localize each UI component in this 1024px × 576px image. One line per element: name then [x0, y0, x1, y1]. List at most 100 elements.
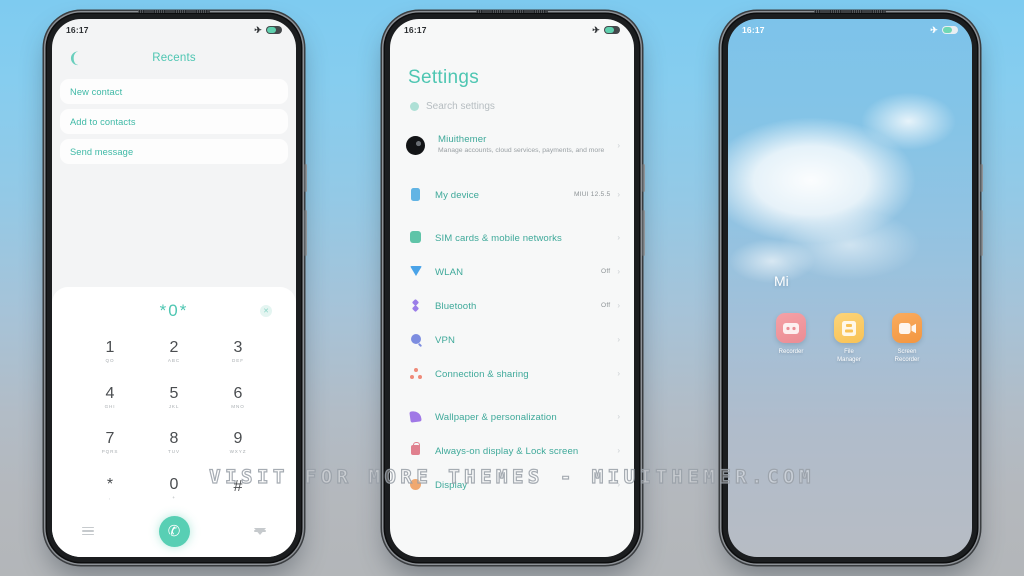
page-title: Settings — [408, 67, 480, 88]
key-5[interactable]: 5 JKL — [142, 375, 206, 421]
key-0[interactable]: 0 + — [142, 466, 206, 512]
option-new-contact[interactable]: New contact — [60, 79, 288, 104]
row-label: Connection & sharing — [435, 369, 529, 380]
status-bar: 16:17 ✈ — [728, 19, 972, 41]
key-1[interactable]: 1 QO — [78, 329, 142, 375]
option-label: Add to contacts — [70, 116, 136, 127]
settings-screen: 16:17 ✈ Settings Search settings Miuithe… — [390, 19, 634, 557]
back-chevron-icon[interactable]: ❨ — [68, 51, 81, 66]
volume-button[interactable] — [642, 164, 645, 192]
app-label: Recorder — [778, 349, 804, 355]
sim-card-icon — [409, 231, 422, 243]
key-digit: 3 — [233, 339, 243, 357]
phone-call-icon[interactable]: ✆ — [158, 515, 190, 547]
row-label: Always-on display & Lock screen — [435, 446, 579, 457]
app-screen-recorder[interactable]: Screen Recorder — [890, 313, 924, 364]
row-label: Bluetooth — [435, 301, 477, 312]
recorder-icon — [776, 313, 806, 343]
option-send-message[interactable]: Send message — [60, 139, 288, 164]
search-icon — [410, 102, 419, 111]
settings-row-connection-sharing[interactable]: Connection & sharing › — [390, 356, 634, 390]
key-digit: 0 — [169, 475, 179, 493]
chevron-right-icon: › — [617, 189, 620, 199]
search-placeholder: Search settings — [426, 101, 495, 112]
power-button[interactable] — [304, 210, 307, 256]
airplane-icon: ✈ — [592, 24, 600, 35]
key-digit: 6 — [233, 384, 243, 402]
settings-row-bluetooth[interactable]: Bluetooth Off › — [390, 288, 634, 322]
account-subtitle: Manage accounts, cloud services, payment… — [438, 147, 605, 155]
vpn-icon — [409, 334, 422, 344]
option-add-to-contacts[interactable]: Add to contacts — [60, 109, 288, 134]
key-letters: , — [108, 494, 112, 500]
list-divider — [390, 211, 634, 220]
option-label: Send message — [70, 146, 134, 157]
collapse-keypad-icon[interactable] — [254, 527, 266, 535]
device-icon — [409, 187, 422, 201]
settings-row-sim-cards[interactable]: SIM cards & mobile networks › — [390, 220, 634, 254]
key-letters: + — [172, 494, 176, 500]
key-letters: JKL — [168, 403, 180, 409]
settings-row-always-on-display[interactable]: Always-on display & Lock screen › — [390, 433, 634, 467]
settings-row-wallpaper[interactable]: Wallpaper & personalization › — [390, 399, 634, 433]
contact-options-list: New contact Add to contacts Send message — [52, 75, 296, 164]
row-label: WLAN — [435, 267, 464, 278]
row-label: My device — [435, 190, 480, 201]
key-7[interactable]: 7 PQRS — [78, 420, 142, 466]
wifi-icon — [409, 266, 422, 276]
status-bar: 16:17 ✈ — [52, 19, 296, 41]
key-star[interactable]: * , — [78, 466, 142, 512]
status-bar: 16:17 ✈ — [390, 19, 634, 41]
key-hash[interactable]: # — [206, 466, 270, 512]
key-letters: TUV — [168, 449, 180, 455]
app-file-manager[interactable]: File Manager — [832, 313, 866, 364]
volume-button[interactable] — [980, 164, 983, 192]
search-input[interactable]: Search settings — [390, 89, 634, 112]
power-button[interactable] — [642, 210, 645, 256]
row-label: Wallpaper & personalization — [435, 412, 557, 423]
row-value: Off — [601, 301, 611, 309]
status-time: 16:17 — [404, 25, 427, 35]
key-digit: 8 — [169, 430, 179, 448]
key-2[interactable]: 2 ABC — [142, 329, 206, 375]
key-letters: ABC — [167, 358, 181, 364]
key-digit: # — [233, 478, 243, 496]
home-screen-phone: 16:17 ✈ Mi Recorder File Manager Screen … — [723, 9, 983, 562]
app-row: Recorder File Manager Screen Recorder — [774, 313, 972, 364]
key-3[interactable]: 3 DEF — [206, 329, 270, 375]
home-screen: 16:17 ✈ Mi Recorder File Manager Screen … — [728, 19, 972, 557]
chevron-right-icon: › — [617, 232, 620, 242]
earpiece-speaker-icon — [814, 9, 886, 13]
clear-backspace-icon[interactable]: ✕ — [260, 305, 272, 317]
screen-recorder-icon — [892, 313, 922, 343]
avatar — [406, 135, 425, 155]
key-digit: 4 — [105, 384, 115, 402]
page-title: Recents — [152, 52, 196, 64]
key-6[interactable]: 6 MNO — [206, 375, 270, 421]
connection-icon — [409, 367, 422, 379]
row-label: VPN — [435, 335, 456, 346]
account-name: Miuithemer — [438, 133, 487, 145]
earpiece-speaker-icon — [138, 9, 210, 13]
settings-row-display[interactable]: Display › — [390, 467, 634, 501]
list-divider — [390, 390, 634, 399]
file-manager-icon — [834, 313, 864, 343]
dialed-number-row: *0* ✕ — [52, 297, 296, 325]
volume-button[interactable] — [304, 164, 307, 192]
dialer-screen: 16:17 ✈ ❨ Recents New contact Add to con… — [52, 19, 296, 557]
earpiece-speaker-icon — [476, 9, 548, 13]
key-letters: WXYZ — [229, 449, 247, 455]
settings-row-wlan[interactable]: WLAN Off › — [390, 254, 634, 288]
app-label: File Manager — [837, 349, 861, 364]
hamburger-menu-icon[interactable] — [82, 526, 94, 536]
key-4[interactable]: 4 GHI — [78, 375, 142, 421]
status-time: 16:17 — [66, 25, 89, 35]
power-button[interactable] — [980, 210, 983, 256]
key-9[interactable]: 9 WXYZ — [206, 420, 270, 466]
settings-row-my-device[interactable]: My device MIUI 12.5.5 › — [390, 177, 634, 211]
keypad: 1 QO 2 ABC 3 DEF 4 GHI 5 JKL 6 MNO 7 PQR… — [52, 325, 296, 511]
app-recorder[interactable]: Recorder — [774, 313, 808, 364]
settings-row-vpn[interactable]: VPN › — [390, 322, 634, 356]
key-8[interactable]: 8 TUV — [142, 420, 206, 466]
settings-row-account[interactable]: Miuithemer Manage accounts, cloud servic… — [390, 122, 634, 168]
